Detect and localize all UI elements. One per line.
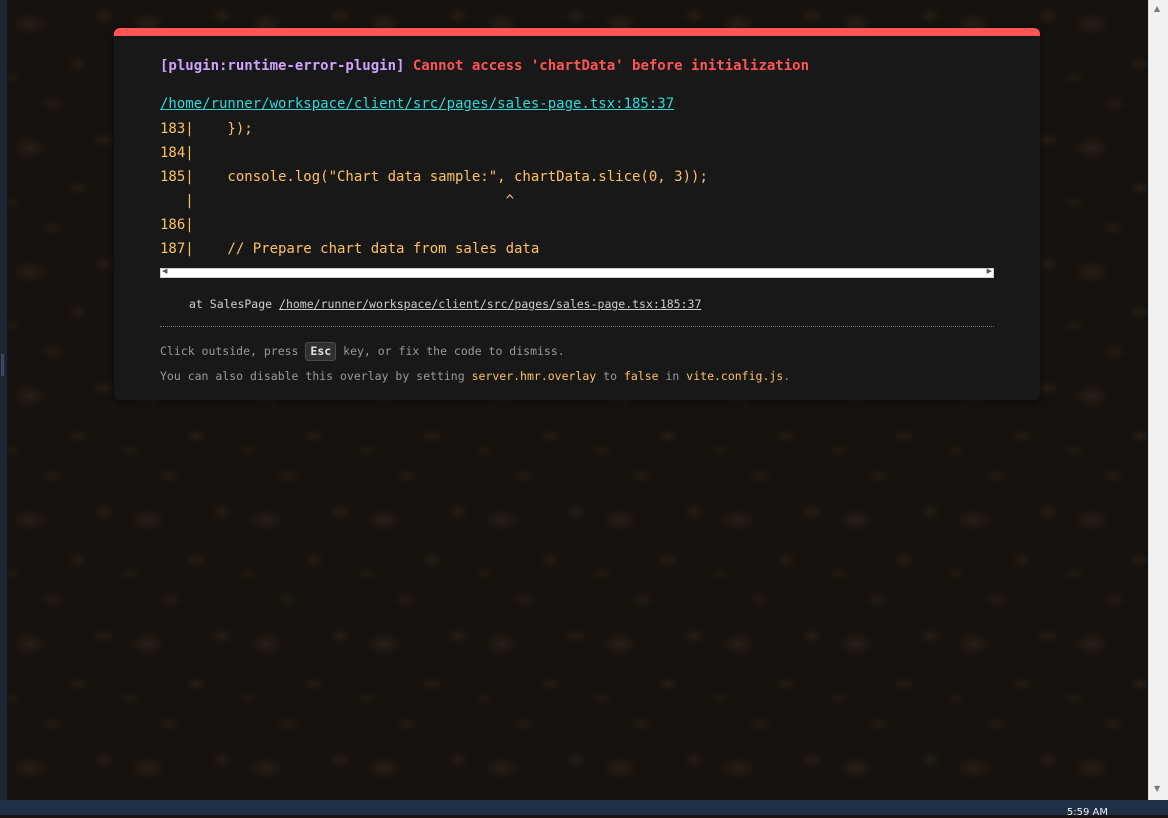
taskbar: 5:59 AM [0,800,1168,818]
code-line: 185| console.log("Chart data sample:", c… [160,169,708,185]
taskbar-clock: 5:59 AM [1066,807,1108,818]
code-frame: 183| }); 184| 185| console.log("Chart da… [160,120,994,264]
dismiss-tip: Click outside, press Esc key, or fix the… [160,342,565,361]
hmr-option: server.hmr.overlay [471,369,597,383]
esc-key: Esc [305,342,337,361]
error-file-link[interactable]: /home/runner/workspace/client/src/pages/… [160,96,674,112]
page-vertical-scrollbar[interactable]: ▲ ▼ [1148,0,1168,800]
code-line: 187| // Prepare chart data from sales da… [160,241,540,257]
tip-text: Click outside, press [160,344,299,358]
tip-text: key, or fix the code to dismiss. [343,344,565,358]
code-caret-line: | ^ [160,193,515,209]
tip-text: in [665,369,680,383]
code-frame-horizontal-scrollbar[interactable]: ◀ ▶ [160,267,994,278]
stack-file-link[interactable]: /home/runner/workspace/client/src/pages/… [279,297,701,311]
triangle-up-icon[interactable]: ▲ [1154,4,1160,13]
plugin-name: [plugin:runtime-error-plugin] [160,58,405,74]
code-line: 184| [160,145,194,161]
disable-tip: You can also disable this overlay by set… [160,369,790,383]
stack-trace: at SalesPage /home/runner/workspace/clie… [189,297,701,311]
tip-period: . [783,369,791,383]
tip-text: to [603,369,617,383]
scroll-left-icon[interactable]: ◀ [162,267,167,275]
error-message: [plugin:runtime-error-plugin] Cannot acc… [160,58,809,74]
false-value: false [623,369,659,383]
scroll-right-icon[interactable]: ▶ [987,267,992,275]
error-text: Cannot access 'chartData' before initial… [412,58,810,74]
window-edge-handle [1,354,4,376]
code-line: 186| [160,217,194,233]
error-overlay: [plugin:runtime-error-plugin] Cannot acc… [114,28,1040,400]
triangle-down-icon[interactable]: ▼ [1154,784,1160,793]
divider [160,326,994,327]
stack-prefix: at SalesPage [189,297,273,311]
tip-text: You can also disable this overlay by set… [160,369,465,383]
config-file: vite.config.js [686,369,784,383]
code-line: 183| }); [160,121,253,137]
window-left-edge [0,0,7,800]
